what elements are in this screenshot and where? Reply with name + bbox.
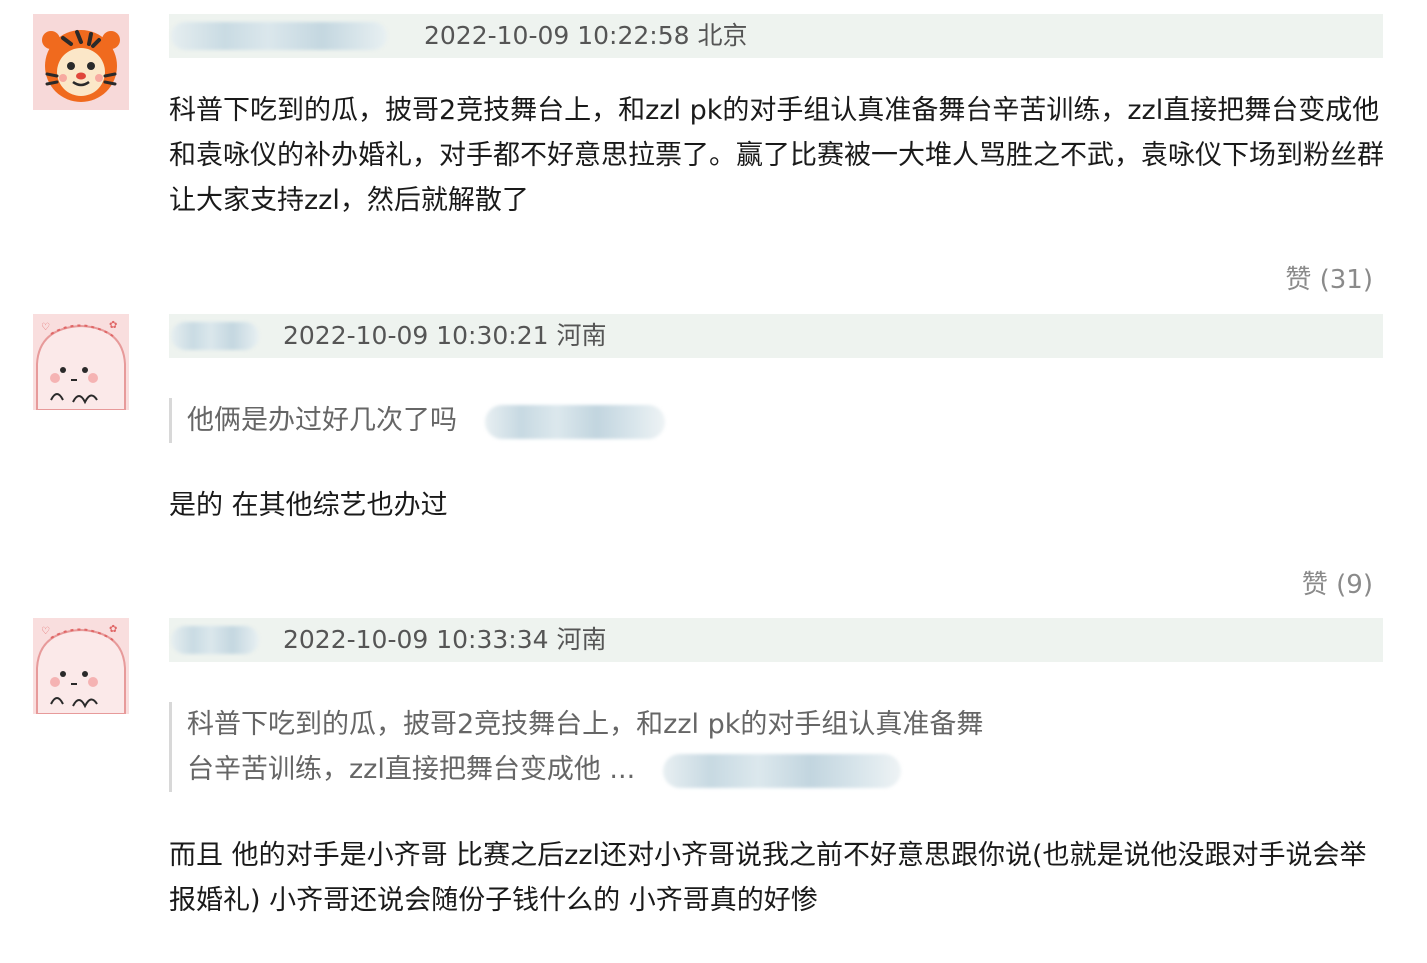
quote-text: 他俩是办过好几次了吗 — [187, 405, 457, 436]
blurred-username[interactable] — [171, 322, 259, 350]
svg-text:✿: ✿ — [109, 624, 117, 635]
quoted-comment[interactable]: 他俩是办过好几次了吗 — [169, 398, 665, 443]
comment-timestamp: 2022-10-09 10:30:21 河南 — [283, 314, 606, 358]
like-button[interactable]: 赞 (31) — [1285, 259, 1373, 296]
timestamp-text: 2022-10-09 10:30:21 — [283, 321, 549, 350]
quoted-comment[interactable]: 科普下吃到的瓜，披哥2竞技舞台上，和zzl pk的对手组认真准备舞 台辛苦训练，… — [169, 702, 983, 792]
location-text: 河南 — [556, 321, 607, 350]
comment-timestamp: 2022-10-09 10:22:58 北京 — [424, 14, 747, 58]
svg-text:✿: ✿ — [109, 320, 117, 331]
pink-ghost-avatar-icon[interactable]: ♡ ✿ — [33, 618, 129, 714]
quote-line: 他俩是办过好几次了吗 — [187, 398, 665, 443]
comment-meta-bar: 2022-10-09 10:22:58 北京 — [169, 14, 1383, 58]
svg-text:♡: ♡ — [41, 626, 50, 637]
comment-body: 是的 在其他综艺也办过 — [169, 490, 448, 521]
tiger-avatar-icon[interactable] — [33, 14, 129, 110]
like-button[interactable]: 赞 (9) — [1302, 564, 1373, 601]
blurred-username[interactable] — [171, 22, 387, 50]
comment-meta-bar: 2022-10-09 10:30:21 河南 — [169, 314, 1383, 358]
comment-body: 而且 他的对手是小齐哥 比赛之后zzl还对小齐哥说我之前不好意思跟你说(也就是说… — [169, 840, 1367, 916]
timestamp-text: 2022-10-09 10:22:58 — [424, 21, 690, 50]
quote-text: 台辛苦训练，zzl直接把舞台变成他 ... — [187, 754, 636, 785]
timestamp-text: 2022-10-09 10:33:34 — [283, 625, 549, 654]
comment-meta-bar: 2022-10-09 10:33:34 河南 — [169, 618, 1383, 662]
pink-ghost-avatar-icon[interactable]: ♡ ✿ — [33, 314, 129, 410]
blurred-quoted-username[interactable] — [485, 404, 665, 439]
blurred-username[interactable] — [171, 626, 259, 654]
comment-body: 科普下吃到的瓜，披哥2竞技舞台上，和zzl pk的对手组认真准备舞台辛苦训练，z… — [169, 95, 1384, 216]
blurred-quoted-username[interactable] — [663, 753, 902, 788]
location-text: 北京 — [697, 21, 748, 50]
location-text: 河南 — [556, 625, 607, 654]
quote-line: 科普下吃到的瓜，披哥2竞技舞台上，和zzl pk的对手组认真准备舞 — [187, 709, 984, 740]
comment-timestamp: 2022-10-09 10:33:34 河南 — [283, 618, 606, 662]
quote-line: 台辛苦训练，zzl直接把舞台变成他 ... — [187, 747, 983, 792]
svg-text:♡: ♡ — [41, 322, 50, 333]
